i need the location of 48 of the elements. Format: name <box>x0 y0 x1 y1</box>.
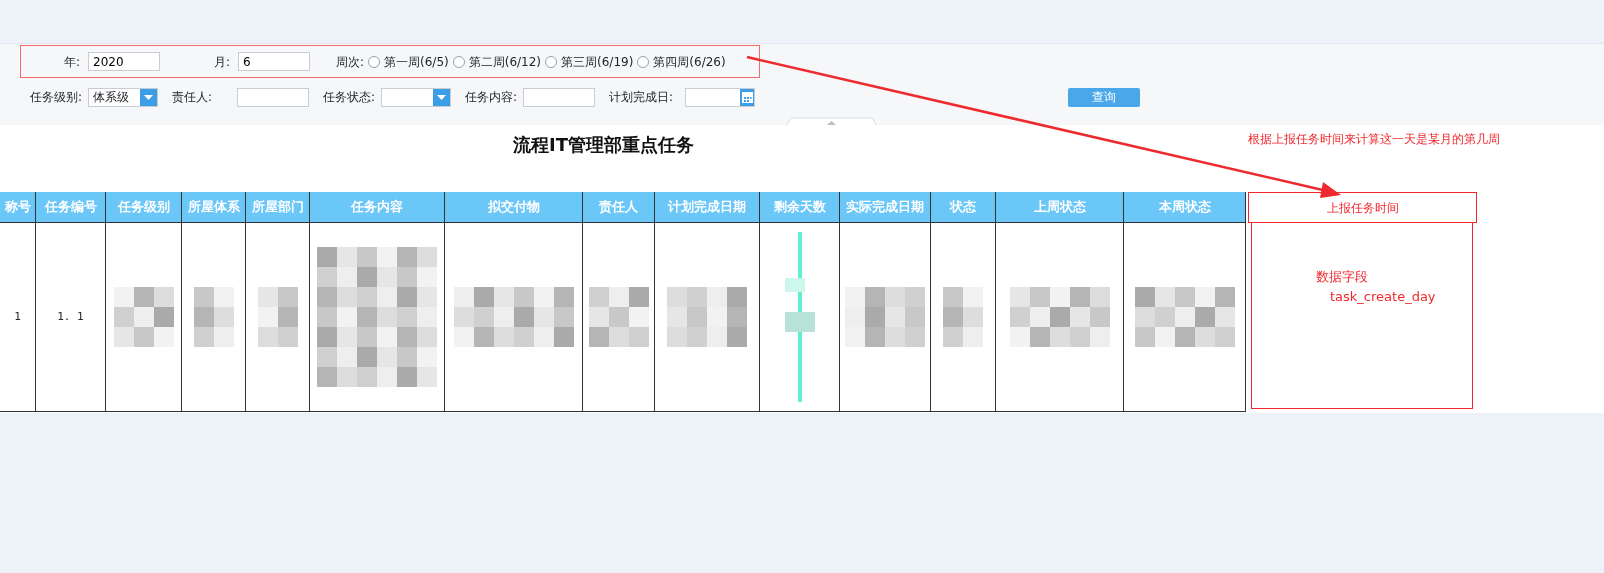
date-field[interactable] <box>685 87 755 107</box>
column-header: 上周状态 <box>996 192 1123 223</box>
field-label: 年: <box>62 53 81 71</box>
column-header: 实际完成日期 <box>840 192 930 223</box>
column-header: 剩余天数 <box>760 192 839 223</box>
radio-option[interactable]: 第二周(6/12) <box>452 52 542 71</box>
table-cell-text: 1 <box>14 308 21 325</box>
annotation-text: task_create_day <box>1330 287 1436 306</box>
field-label: 任务状态: <box>323 89 377 106</box>
pixelated-block <box>588 287 649 347</box>
text-input[interactable] <box>523 87 595 107</box>
field-label: 责任人: <box>172 89 214 106</box>
radio-option[interactable]: 第三周(6/19) <box>545 52 634 71</box>
column-header: 所屋体系 <box>182 192 245 223</box>
page-title: 流程IT管理部重点任务 <box>513 133 694 157</box>
dropdown-field[interactable] <box>381 87 451 107</box>
radio-option[interactable]: 第一周(6/5) <box>368 52 449 71</box>
field-label: 任务内容: <box>465 89 519 106</box>
dropdown-field[interactable]: 体系级 <box>88 87 158 107</box>
field-label: 任务级别: <box>30 89 84 106</box>
annotation-text: 数据字段 <box>1316 268 1368 286</box>
month-input[interactable]: 6 <box>238 52 310 71</box>
field-label: 计划完成日: <box>609 89 675 106</box>
year-input[interactable]: 2020 <box>88 52 160 71</box>
column-header: 本周状态 <box>1124 192 1245 223</box>
pixelated-block <box>193 287 234 347</box>
column-header: 拟交付物 <box>445 192 582 223</box>
text-input[interactable] <box>237 87 309 107</box>
column-header: 责任人 <box>583 192 654 223</box>
annotation-text: 根据上报任务时间来计算这一天是某月的第几周 <box>1248 131 1500 148</box>
pixelated-block <box>943 287 983 347</box>
column-header: 任务内容 <box>310 192 444 223</box>
column-header: 任务级别 <box>106 192 181 223</box>
table-cell-text: 1. 1 <box>57 308 84 325</box>
column-header: 状态 <box>931 192 995 223</box>
column-header: 计划完成日期 <box>655 192 759 223</box>
field-label: 月: <box>212 53 231 71</box>
column-header: 称号 <box>0 192 35 223</box>
caret-icon <box>437 94 446 100</box>
pixelated-block <box>257 287 298 347</box>
column-header: 任务编号 <box>36 192 105 223</box>
calendar-icon <box>741 91 753 103</box>
column-header: 所屋部门 <box>246 192 309 223</box>
pixelated-block <box>113 287 174 347</box>
radio-option[interactable]: 第四周(6/26) <box>637 52 726 71</box>
column-header: 上报任务时间 <box>1248 192 1477 223</box>
field-label: 周次: <box>336 53 365 71</box>
caret-icon <box>144 94 153 100</box>
